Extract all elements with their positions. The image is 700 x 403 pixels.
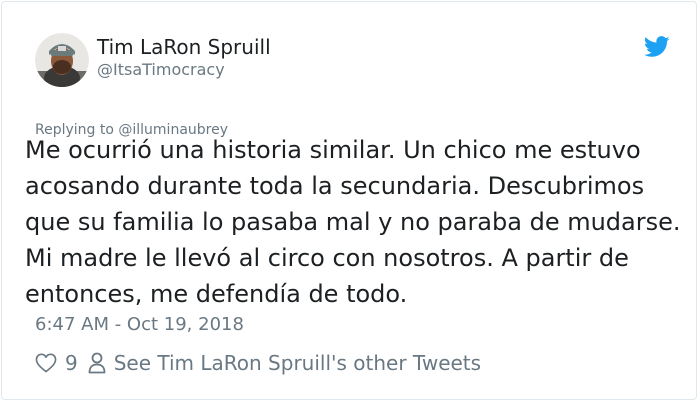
tweet-card: Tim LaRon Spruill @ItsaTimocracy Replyin…: [1, 1, 697, 400]
timestamp[interactable]: 6:47 AM - Oct 19, 2018: [35, 314, 244, 336]
twitter-bird-icon[interactable]: [644, 35, 670, 59]
avatar[interactable]: [35, 33, 89, 87]
person-icon[interactable]: [88, 352, 106, 374]
avatar-image: [35, 33, 89, 87]
user-handle[interactable]: @ItsaTimocracy: [97, 60, 225, 80]
like-count[interactable]: 9: [65, 351, 78, 375]
see-other-tweets-link[interactable]: See Tim LaRon Spruill's other Tweets: [114, 351, 481, 375]
tweet-text: Me ocurrió una historia similar. Un chic…: [25, 136, 681, 308]
display-name[interactable]: Tim LaRon Spruill: [97, 35, 271, 59]
heart-icon[interactable]: [35, 353, 57, 373]
tweet-actions: 9 See Tim LaRon Spruill's other Tweets: [35, 349, 481, 377]
